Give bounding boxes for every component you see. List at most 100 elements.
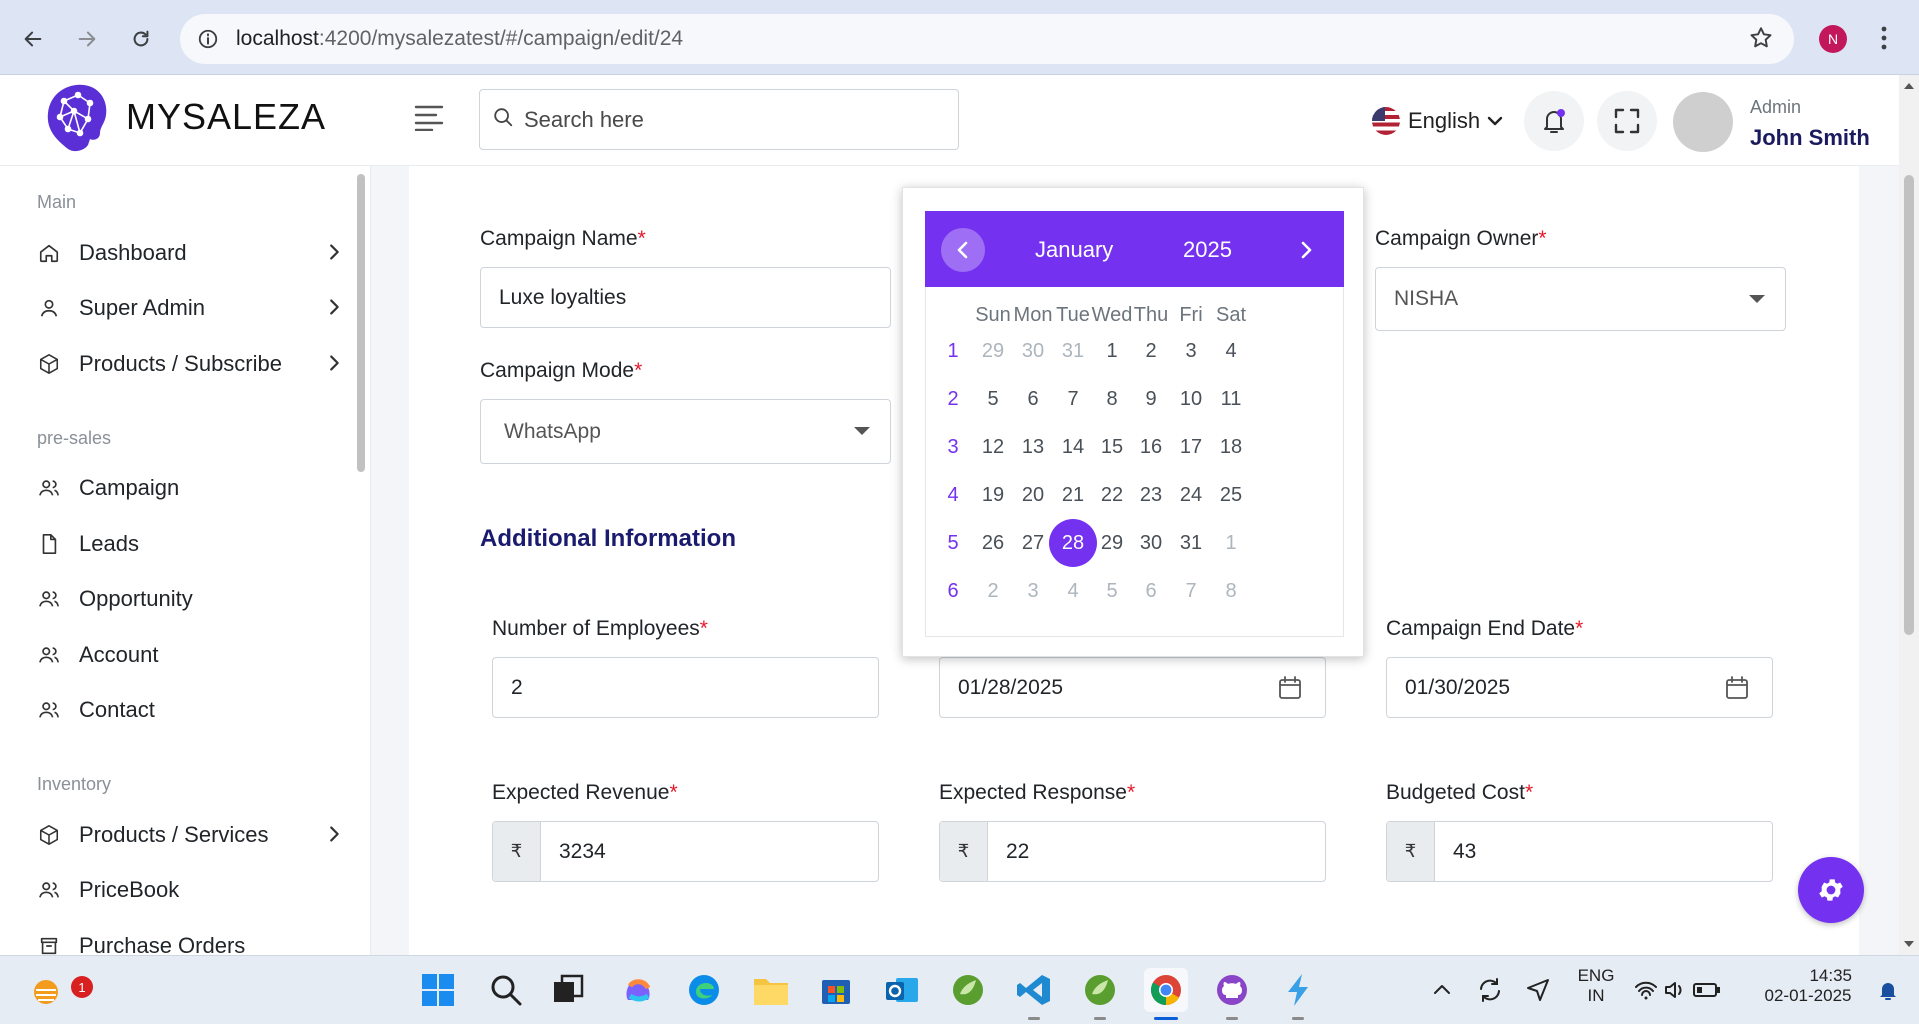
campaign-name-input[interactable]: Luxe loyalties [480,267,891,328]
campaign-owner-select[interactable]: NISHA [1375,267,1786,331]
sidebar-item-label: Products / Services [79,822,269,847]
search-taskbar-icon[interactable] [484,968,528,1012]
label-text: Campaign Owner [1375,227,1539,250]
address-bar[interactable]: localhost:4200/mysalezatest/#/campaign/e… [180,14,1794,64]
back-icon[interactable] [16,22,50,56]
network-volume-battery-group[interactable] [1630,968,1730,1012]
tray-overflow-icon[interactable] [1420,968,1464,1012]
notifications-bell-icon[interactable] [1866,968,1910,1012]
fullscreen-button[interactable] [1597,91,1657,151]
input-value: 22 [1006,839,1030,863]
calendar-day[interactable]: 4 [1207,327,1255,375]
scroll-thumb[interactable] [1904,175,1914,635]
user-icon [37,296,61,320]
search-input[interactable] [524,106,924,133]
logo-text: MYSALEZA [126,96,327,137]
sidebar-item-opportunity[interactable]: Opportunity [37,579,337,619]
start-date-input[interactable]: 01/28/2025 [939,657,1326,718]
sidebar-item-purchase-orders[interactable]: Purchase Orders [37,926,337,955]
expected-response-input[interactable]: ₹22 [939,821,1326,882]
spring-tool-2-icon[interactable] [1078,968,1122,1020]
sidebar-item-dashboard[interactable]: Dashboard [37,233,339,273]
clock[interactable]: 14:35 02-01-2025 [1758,966,1858,1006]
profile-avatar[interactable]: N [1819,25,1847,53]
windows-start-icon[interactable] [416,968,460,1012]
label-text: Campaign Mode [480,359,635,382]
expected-response-label: Expected Response* [939,781,1135,805]
datepicker-year[interactable]: 2025 [1183,237,1232,263]
chevron-right-icon [1301,241,1312,259]
prev-month-button[interactable] [941,228,985,272]
sidebar-item-products-subscribe[interactable]: Products / Subscribe [37,344,339,384]
sidebar-item-contact[interactable]: Contact [37,690,337,730]
sync-icon[interactable] [1468,968,1512,1012]
calendar-icon[interactable] [1277,675,1303,707]
thunder-app-icon[interactable] [1276,968,1320,1020]
chrome-icon[interactable] [1144,968,1188,1020]
sidebar-item-super-admin[interactable]: Super Admin [37,288,339,328]
sidebar-item-account[interactable]: Account [37,635,337,675]
label-text: Campaign End Date [1386,617,1576,640]
weather-widget-icon[interactable]: 1 [24,968,93,1012]
calendar-day[interactable]: 11 [1207,375,1255,423]
site-info-icon[interactable] [194,25,222,53]
sidebar-scrollbar[interactable] [357,174,365,472]
copilot-icon[interactable] [616,968,660,1012]
end-date-input[interactable]: 01/30/2025 [1386,657,1773,718]
campaign-name-label: Campaign Name* [480,227,646,251]
sidebar-item-products-services[interactable]: Products / Services [37,815,339,855]
sidebar-item-label: Contact [79,697,155,722]
user-avatar[interactable] [1673,92,1733,152]
github-desktop-icon[interactable] [1210,968,1254,1020]
outlook-icon[interactable] [880,968,924,1012]
calendar-day[interactable]: 1 [1207,519,1255,567]
browser-menu-icon[interactable] [1878,24,1890,57]
campaign-mode-select[interactable]: WhatsApp [480,399,891,464]
location-icon[interactable] [1516,968,1560,1012]
calendar-icon[interactable] [1724,675,1750,707]
sidebar-item-campaign[interactable]: Campaign [37,468,337,508]
spring-tool-icon[interactable] [946,968,990,1012]
language-selector[interactable]: English [1372,107,1504,135]
task-view-icon[interactable] [546,968,590,1012]
reload-icon[interactable] [124,22,158,56]
chevron-down-icon [1487,116,1503,126]
notification-button[interactable] [1524,91,1584,151]
sidebar-item-label: Purchase Orders [79,933,246,955]
edge-icon[interactable] [682,968,726,1012]
clock-date: 02-01-2025 [1764,986,1852,1005]
label-text: Expected Response [939,781,1127,804]
input-value: 2 [511,675,523,699]
budgeted-cost-input[interactable]: ₹43 [1386,821,1773,882]
calendar-day[interactable]: 25 [1207,471,1255,519]
label-text: Budgeted Cost [1386,781,1525,804]
sidebar-item-leads[interactable]: Leads [37,524,337,564]
datepicker-popup: January 2025 Sun Mon Tue Wed Thu Fri Sat 1 29 30 3… [902,187,1364,657]
datepicker-month[interactable]: January [1035,237,1113,263]
calendar-day[interactable]: 18 [1207,423,1255,471]
sidebar-section-inventory: Inventory [37,774,112,794]
calendar-day[interactable]: 8 [1207,567,1255,615]
forward-icon[interactable] [70,22,104,56]
page-scrollbar[interactable] [1899,75,1919,955]
menu-toggle-icon[interactable] [414,103,444,136]
next-month-button[interactable] [1284,228,1328,272]
app-logo[interactable]: MYSALEZA [38,79,326,155]
select-value: NISHA [1394,287,1459,310]
expected-revenue-input[interactable]: ₹3234 [492,821,879,882]
scroll-down-icon[interactable] [1904,941,1914,947]
users-icon [37,643,61,667]
sidebar-item-pricebook[interactable]: PriceBook [37,870,337,910]
input-language[interactable]: ENG IN [1576,966,1616,1006]
user-name[interactable]: John Smith [1750,125,1870,151]
bookmark-star-icon[interactable] [1748,25,1774,56]
active-indicator [1154,1017,1178,1020]
employees-input[interactable]: 2 [492,657,879,718]
store-icon[interactable] [814,968,858,1012]
scroll-up-icon[interactable] [1904,83,1914,89]
settings-fab[interactable] [1798,857,1864,923]
file-explorer-icon[interactable] [749,968,793,1012]
sidebar-section-main: Main [37,192,77,212]
vscode-icon[interactable] [1012,968,1056,1020]
users-icon [37,698,61,722]
